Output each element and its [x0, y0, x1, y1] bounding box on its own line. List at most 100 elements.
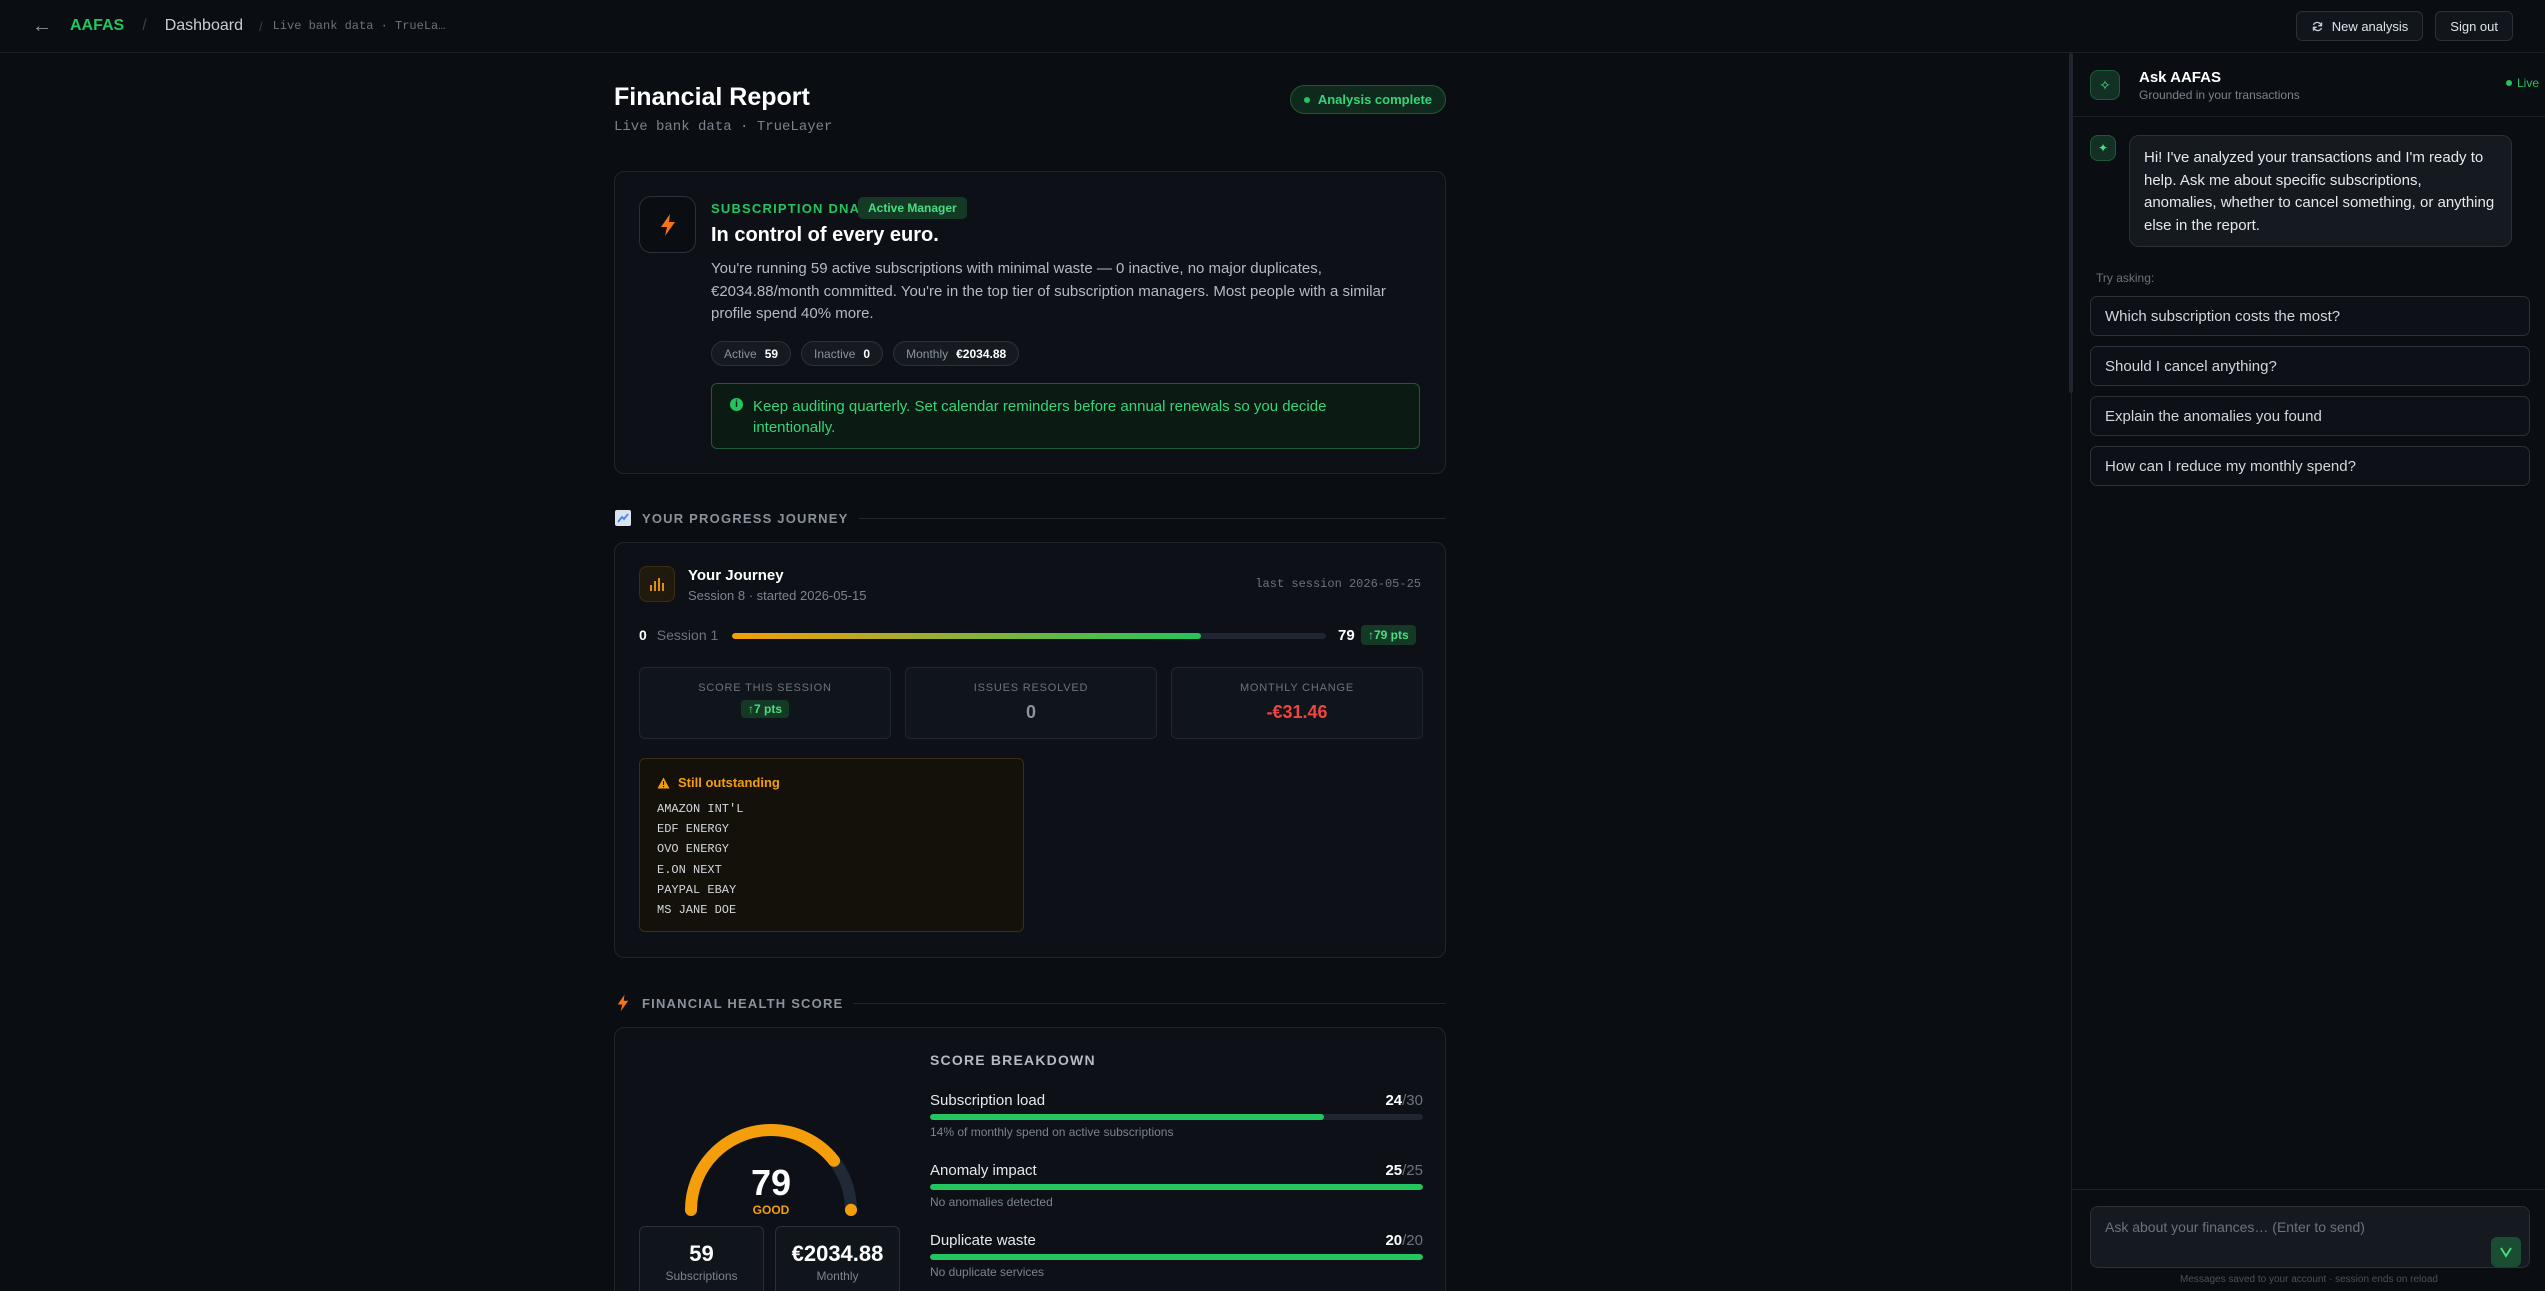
breakdown-desc: No duplicate services — [930, 1265, 1045, 1279]
live-indicator: Live — [2505, 76, 2539, 90]
assistant-avatar-icon: ✧ — [2090, 70, 2120, 100]
subscription-dna-card: SUBSCRIPTION DNA Active Manager In contr… — [614, 171, 1446, 474]
chat-header: ✧ Ask AAFAS Grounded in your transaction… — [2072, 53, 2545, 117]
breakdown-score: 20/20 — [1385, 1232, 1423, 1249]
monthly-label: Monthly — [816, 1269, 859, 1283]
breakdown-name: Subscription load — [930, 1092, 1046, 1109]
gauge-rating: GOOD — [752, 1203, 790, 1217]
suggestion-button[interactable]: How can I reduce my monthly spend? — [2090, 446, 2530, 486]
lightning-icon — [639, 196, 696, 253]
breadcrumb-separator: / — [142, 17, 147, 34]
metric-issues-resolved: ISSUES RESOLVED 0 — [905, 667, 1157, 739]
suggestion-button[interactable]: Which subscription costs the most? — [2090, 296, 2530, 336]
breakdown-score: 25/25 — [1385, 1162, 1423, 1179]
live-label: Live — [2516, 76, 2539, 90]
journey-title: Your Journey — [688, 567, 784, 584]
list-item: MS JANE DOE — [657, 903, 737, 918]
progress-gain-badge: ↑79 pts — [1361, 625, 1416, 645]
monthly-value: €2034.88 — [791, 1241, 884, 1266]
sign-out-button[interactable]: Sign out — [2435, 11, 2513, 41]
lightning-icon — [617, 994, 629, 1012]
progress-start-value: 0 — [639, 627, 647, 643]
stat-pill-monthly: Monthly €2034.88 — [893, 341, 1020, 366]
progress-end-value: 79 — [1338, 626, 1355, 644]
journey-progress: 0 Session 1 79 ↑79 pts — [639, 625, 1423, 645]
dna-label: SUBSCRIPTION DNA — [711, 201, 861, 216]
send-button[interactable] — [2491, 1237, 2521, 1267]
chart-trend-icon — [615, 510, 631, 526]
monthly-stat: €2034.88 Monthly — [775, 1226, 900, 1291]
journey-subtitle: Session 8 · started 2026-05-15 — [688, 588, 867, 603]
breakdown-track — [930, 1114, 1423, 1120]
stat-label: Monthly — [906, 346, 949, 361]
metric-score-session: SCORE THIS SESSION ↑7 pts — [639, 667, 891, 739]
health-gauge: 79 GOOD — [671, 1100, 871, 1220]
chat-title: Ask AAFAS — [2139, 69, 2221, 86]
chat-subtitle: Grounded in your transactions — [2139, 88, 2300, 102]
outstanding-list: AMAZON INT'L EDF ENERGY OVO ENERGY E.ON … — [657, 799, 743, 920]
composer-divider — [2072, 1189, 2545, 1190]
stat-label: Inactive — [814, 346, 856, 361]
send-icon — [2500, 1247, 2512, 1258]
metric-value: ↑7 pts — [740, 700, 789, 718]
breakdown-row: Subscription load 24/30 14% of monthly s… — [930, 1092, 1423, 1152]
breakdown-row: Anomaly impact 25/25 No anomalies detect… — [930, 1162, 1423, 1222]
new-analysis-button[interactable]: New analysis — [2295, 11, 2424, 41]
status-badge: Analysis complete — [1289, 85, 1446, 114]
dna-description: You're running 59 active subscriptions w… — [711, 260, 1386, 322]
section-divider — [853, 1002, 1446, 1004]
progress-section-header: YOUR PROGRESS JOURNEY — [614, 508, 1446, 528]
suggestion-button[interactable]: Should I cancel anything? — [2090, 346, 2530, 386]
gauge-score: 79 — [750, 1162, 792, 1203]
assistant-message: Hi! I've analyzed your transactions and … — [2129, 135, 2512, 247]
outstanding-title: Still outstanding — [678, 775, 780, 790]
breadcrumb-dashboard[interactable]: Dashboard — [165, 17, 243, 35]
health-section-header: FINANCIAL HEALTH SCORE — [614, 993, 1446, 1013]
breakdown-name: Anomaly impact — [930, 1162, 1037, 1179]
refresh-icon — [2312, 21, 2322, 31]
breakdown-track — [930, 1254, 1423, 1260]
stat-value: 0 — [863, 346, 871, 361]
score-breakdown: SCORE BREAKDOWN Subscription load 24/30 … — [930, 1052, 1423, 1279]
new-analysis-label: New analysis — [2331, 18, 2409, 34]
stat-value: 59 — [764, 346, 779, 361]
metric-value: -€31.46 — [1266, 702, 1328, 722]
breakdown-fill — [930, 1184, 1423, 1190]
metric-value: 0 — [1025, 702, 1036, 722]
dna-tip: i Keep auditing quarterly. Set calendar … — [711, 383, 1420, 449]
breakdown-row: Duplicate waste 20/20 No duplicate servi… — [930, 1232, 1423, 1291]
stat-pill-inactive: Inactive 0 — [801, 341, 884, 366]
journey-card: Your Journey Session 8 · started 2026-05… — [614, 542, 1446, 958]
breakdown-track — [930, 1184, 1423, 1190]
breakdown-fill — [930, 1114, 1325, 1120]
outstanding-header: Still outstanding — [657, 775, 780, 790]
metric-monthly-change: MONTHLY CHANGE -€31.46 — [1171, 667, 1423, 739]
breadcrumb-source: Live bank data · TrueLa… — [272, 19, 446, 33]
topbar-actions: New analysis Sign out — [2295, 11, 2513, 41]
breakdown-fill — [930, 1254, 1423, 1260]
suggestion-button[interactable]: Explain the anomalies you found — [2090, 396, 2530, 436]
chat-panel: ✧ Ask AAFAS Grounded in your transaction… — [2069, 53, 2545, 1291]
sign-out-label: Sign out — [2450, 18, 2498, 34]
stat-pill-active: Active 59 — [711, 341, 792, 366]
stat-label: Active — [724, 346, 757, 361]
back-arrow-icon[interactable]: ← — [32, 15, 52, 38]
progress-track — [732, 633, 1326, 639]
metric-label: SCORE THIS SESSION — [698, 682, 832, 694]
progress-start-label: Session 1 — [656, 627, 719, 643]
dna-badge: Active Manager — [858, 197, 967, 219]
chat-footnote: Messages saved to your account · session… — [2180, 1274, 2438, 1285]
chat-composer — [2090, 1206, 2530, 1268]
list-item: AMAZON INT'L — [657, 802, 744, 816]
breakdown-desc: 14% of monthly spend on active subscript… — [930, 1125, 1174, 1139]
breakdown-desc: No anomalies detected — [930, 1195, 1053, 1209]
live-dot-icon — [2505, 80, 2512, 86]
brand-logo[interactable]: AAFAS — [70, 17, 124, 35]
bar-chart-icon — [639, 566, 675, 602]
page-title: Financial Report — [614, 83, 810, 111]
dna-stats: Active 59 Inactive 0 Monthly €2034.88 — [711, 341, 1020, 366]
metric-label: ISSUES RESOLVED — [973, 682, 1089, 694]
warning-icon — [657, 777, 670, 788]
chat-input[interactable] — [2091, 1207, 2471, 1247]
journey-last-session: last session 2026-05-25 — [1255, 577, 1421, 591]
